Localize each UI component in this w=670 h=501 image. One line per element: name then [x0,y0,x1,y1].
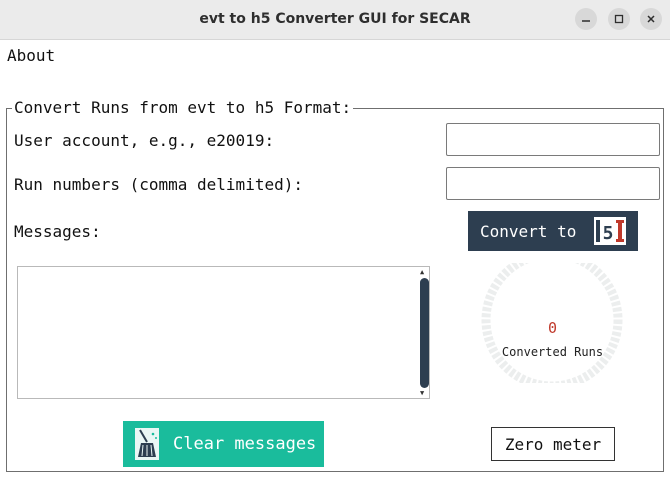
messages-textarea[interactable] [17,266,430,399]
h5-logo-icon: 5 [594,217,626,245]
zero-meter-label: Zero meter [504,434,602,454]
maximize-icon [614,14,624,24]
scroll-up-arrow[interactable]: ▲ [420,268,424,276]
h5-logo-text: 5 [603,223,614,244]
maximize-button[interactable] [608,8,630,30]
broom-icon [135,428,159,460]
minimize-button[interactable] [575,8,597,30]
section-title: Convert Runs from evt to h5 Format: [12,98,354,117]
clear-messages-label: Clear messages [173,434,317,454]
user-account-label: User account, e.g., e20019: [14,131,275,150]
convert-button[interactable]: Convert to 5 [468,211,638,251]
user-account-input[interactable] [446,123,660,156]
scroll-down-arrow[interactable]: ▼ [420,389,424,397]
run-numbers-input[interactable] [446,167,660,200]
meter-value: 0 [547,319,558,337]
meter-label: Converted Runs [501,345,604,359]
close-button[interactable] [640,8,662,30]
minimize-icon [582,20,590,22]
window-title: evt to h5 Converter GUI for SECAR [199,11,471,27]
messages-label: Messages: [14,222,101,241]
clear-messages-button[interactable]: Clear messages [123,421,324,467]
title-bar: evt to h5 Converter GUI for SECAR [0,0,670,40]
zero-meter-button[interactable]: Zero meter [491,427,615,461]
close-icon [647,15,655,23]
menu-about[interactable]: About [7,46,55,65]
messages-scrollbar[interactable] [420,278,429,388]
convert-button-label: Convert to [480,221,577,241]
run-numbers-label: Run numbers (comma delimited): [14,175,303,194]
